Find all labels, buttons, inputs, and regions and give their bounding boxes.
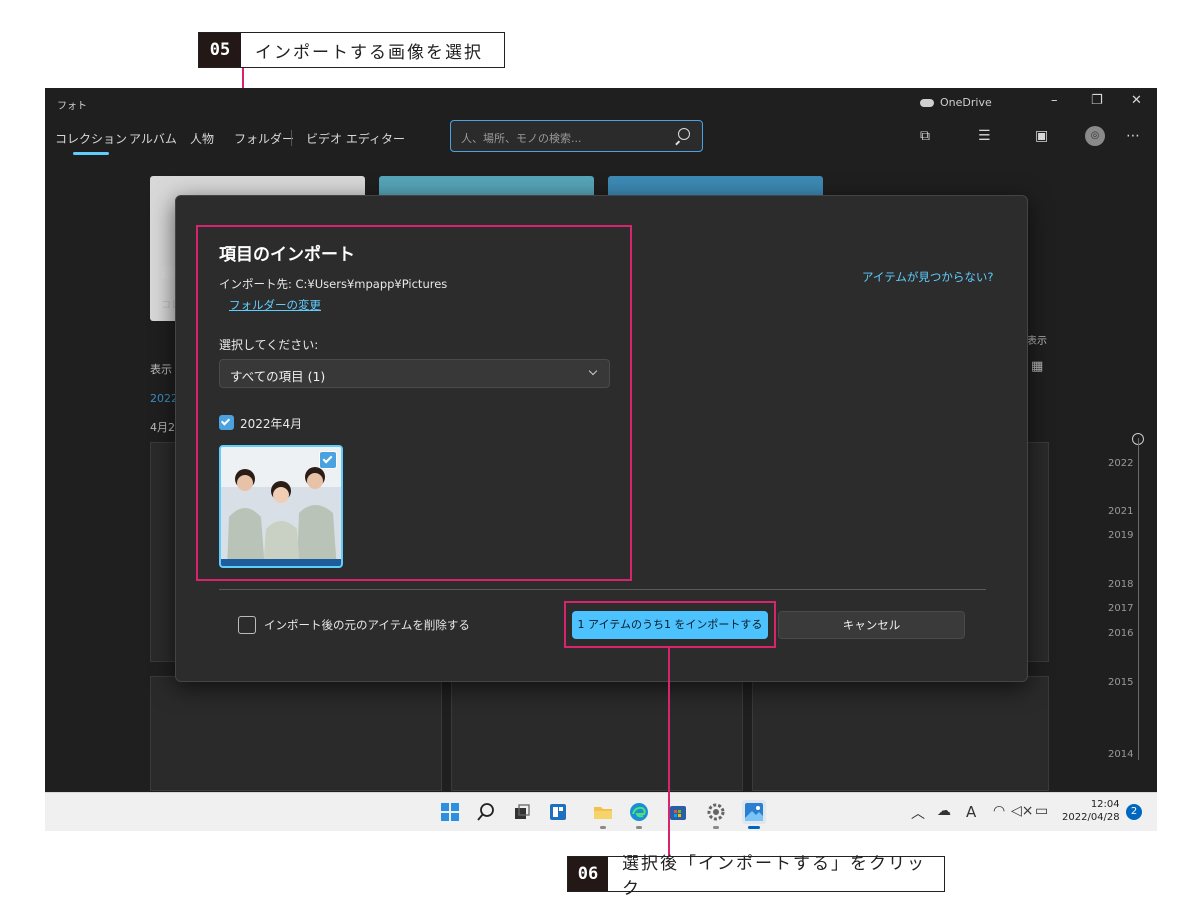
- clock-time: 12:04: [1090, 799, 1120, 810]
- wifi-icon[interactable]: ◠: [993, 803, 1005, 819]
- timeline-year[interactable]: 2014: [1108, 749, 1133, 760]
- task-view-icon[interactable]: [512, 802, 532, 822]
- timeline-year[interactable]: 2016: [1108, 628, 1133, 639]
- timeline-track[interactable]: [1138, 438, 1139, 760]
- callout-text: 選択後「インポートする」をクリック: [622, 854, 927, 899]
- callout-06-leader-line: [668, 648, 670, 856]
- callout-number: 06: [568, 857, 609, 891]
- background-year-label: 2022: [150, 392, 178, 405]
- notification-badge[interactable]: 2: [1126, 804, 1142, 820]
- running-indicator: [600, 826, 606, 829]
- cancel-button[interactable]: キャンセル: [778, 611, 965, 639]
- nav-divider: [291, 130, 292, 146]
- timeline-year[interactable]: 2021: [1108, 506, 1133, 517]
- callout-text: インポートする画像を選択: [255, 42, 483, 63]
- checkmark-icon: [322, 453, 333, 464]
- callout-number: 05: [199, 33, 241, 67]
- chevron-up-icon[interactable]: ︿: [911, 803, 925, 823]
- edge-icon[interactable]: [629, 802, 649, 822]
- highlight-import-selection: [196, 225, 632, 581]
- slideshow-icon[interactable]: ▣: [1035, 128, 1048, 144]
- search-placeholder: 人、場所、モノの検索...: [461, 132, 582, 145]
- active-app-indicator: [748, 826, 760, 829]
- timeline-year[interactable]: 2022: [1108, 458, 1133, 469]
- start-icon[interactable]: [440, 802, 460, 822]
- close-button[interactable]: ✕: [1131, 93, 1142, 108]
- callout-step-06: 06 選択後「インポートする」をクリック: [567, 854, 945, 899]
- running-indicator: [713, 826, 719, 829]
- volume-icon[interactable]: ◁×: [1011, 803, 1034, 819]
- nav-people[interactable]: 人物: [190, 130, 214, 147]
- timeline-year[interactable]: 2017: [1108, 603, 1133, 614]
- grid-view-icon[interactable]: ▦: [1031, 359, 1043, 374]
- title-bar: フォト OneDrive – ❐ ✕: [45, 88, 1157, 118]
- file-explorer-icon[interactable]: [593, 802, 613, 822]
- import-icon[interactable]: ⧉: [920, 128, 930, 144]
- taskbar: ︿ ☁ A ◠ ◁× ▭ 12:04 2022/04/28 2: [45, 792, 1157, 831]
- photo-checkbox[interactable]: [319, 451, 337, 469]
- nav-video-editor[interactable]: ビデオ エディター: [306, 130, 405, 147]
- delete-after-import-checkbox[interactable]: [238, 616, 256, 634]
- settings-icon[interactable]: [706, 802, 726, 822]
- more-icon[interactable]: ⋯: [1126, 128, 1140, 144]
- delete-after-import-label: インポート後の元のアイテムを削除する: [264, 618, 470, 632]
- cloud-icon: [920, 98, 934, 107]
- background-card-text: 最: [161, 266, 175, 282]
- highlight-import-button: [564, 601, 776, 648]
- clock-date: 2022/04/28: [1062, 812, 1120, 823]
- running-indicator: [636, 826, 642, 829]
- background-view-label-right: 表示: [1027, 336, 1047, 347]
- top-navigation: コレクション アルバム 人物 フォルダー ビデオ エディター 人、場所、モノの検…: [45, 120, 1157, 158]
- account-avatar-icon[interactable]: ◎: [1085, 126, 1105, 146]
- onedrive-label: OneDrive: [940, 96, 992, 109]
- callout-step-05: 05 インポートする画像を選択: [198, 32, 505, 68]
- onedrive-icon[interactable]: ☁: [937, 803, 951, 819]
- background-thumbnail: [1027, 442, 1049, 662]
- dialog-divider: [219, 589, 986, 590]
- search-icon[interactable]: [476, 802, 496, 822]
- battery-icon[interactable]: ▭: [1035, 803, 1048, 819]
- select-icon[interactable]: ☰: [978, 128, 991, 144]
- widgets-icon[interactable]: [548, 802, 568, 822]
- items-not-found-link[interactable]: アイテムが見つからない?: [862, 269, 993, 285]
- background-view-label: 表示: [150, 363, 172, 376]
- onedrive-status[interactable]: OneDrive: [920, 96, 992, 109]
- background-thumbnail: [451, 676, 743, 791]
- background-date-label: 4月2: [150, 421, 175, 434]
- nav-albums[interactable]: アルバム: [129, 130, 177, 147]
- background-thumbnail: [752, 676, 1049, 791]
- minimize-button[interactable]: –: [1051, 93, 1058, 108]
- nav-folders[interactable]: フォルダー: [234, 130, 294, 147]
- timeline-year[interactable]: 2019: [1108, 530, 1133, 541]
- background-thumbnail: [150, 676, 442, 791]
- nav-collection[interactable]: コレクション: [55, 130, 127, 155]
- ime-icon[interactable]: A: [966, 803, 976, 821]
- photos-icon[interactable]: [742, 800, 766, 824]
- search-icon: [678, 128, 690, 140]
- system-clock[interactable]: 12:04 2022/04/28: [1062, 798, 1120, 824]
- timeline-year[interactable]: 2018: [1108, 579, 1133, 590]
- restore-button[interactable]: ❐: [1091, 93, 1103, 108]
- app-title: フォト: [57, 101, 87, 112]
- timeline-year[interactable]: 2015: [1108, 677, 1133, 688]
- search-input[interactable]: 人、場所、モノの検索...: [450, 120, 703, 152]
- store-icon[interactable]: [668, 802, 688, 822]
